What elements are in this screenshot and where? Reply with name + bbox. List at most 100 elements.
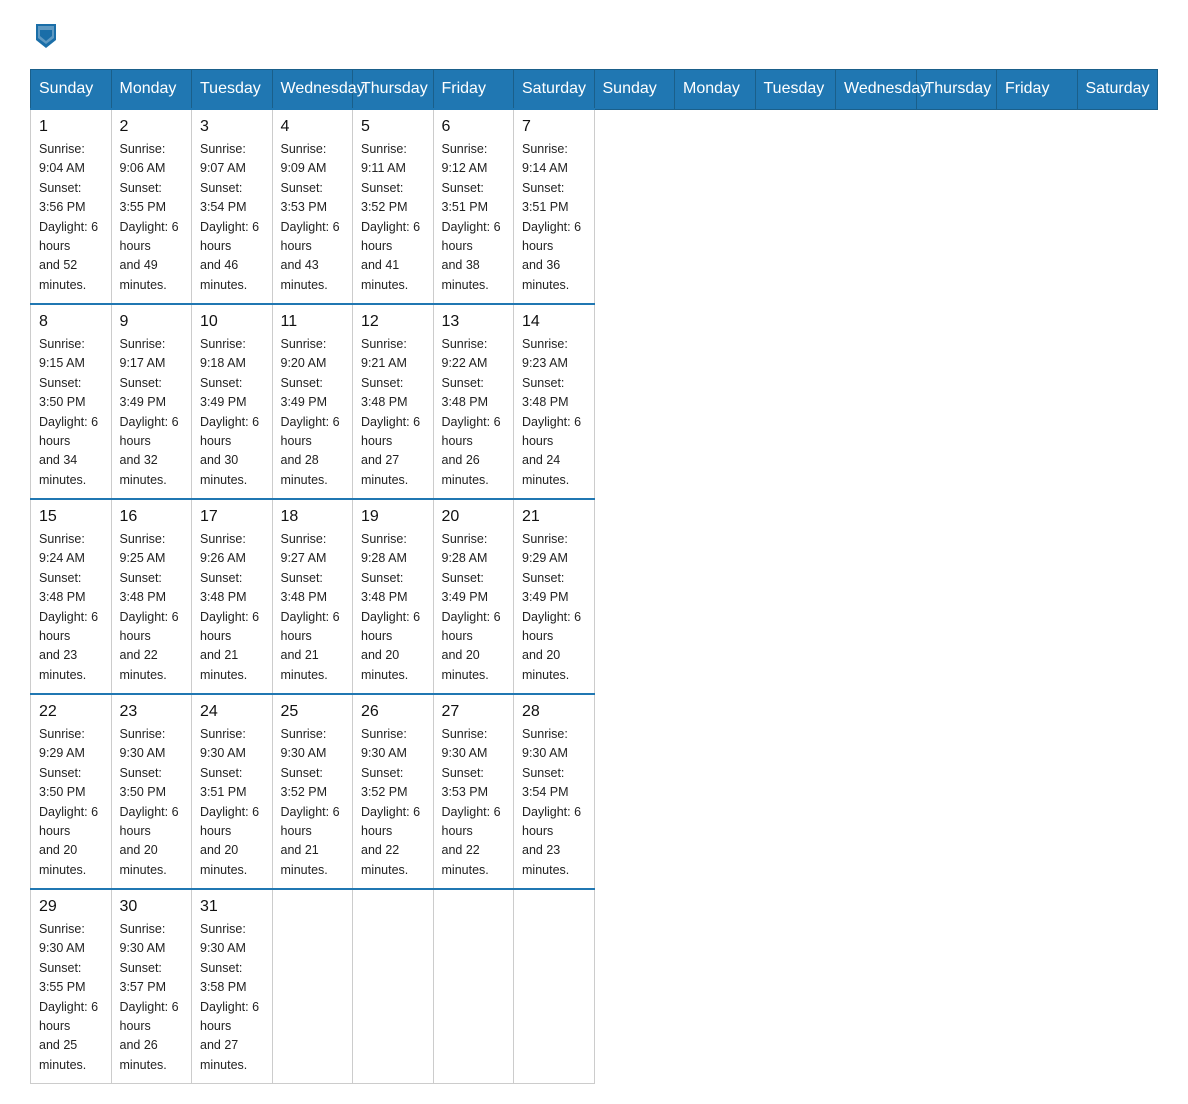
day-header-saturday: Saturday (1077, 70, 1158, 110)
calendar-cell: 26 Sunrise: 9:30 AM Sunset: 3:52 PM Dayl… (353, 694, 434, 889)
day-number: 19 (361, 508, 425, 526)
day-info: Sunrise: 9:12 AM Sunset: 3:51 PM Dayligh… (442, 140, 506, 295)
day-number: 4 (281, 118, 345, 136)
logo-line1 (30, 20, 60, 53)
calendar-cell (433, 889, 514, 1084)
day-number: 3 (200, 118, 264, 136)
calendar-week-3: 15 Sunrise: 9:24 AM Sunset: 3:48 PM Dayl… (31, 499, 1158, 694)
calendar-table: SundayMondayTuesdayWednesdayThursdayFrid… (30, 69, 1158, 1084)
calendar-cell: 17 Sunrise: 9:26 AM Sunset: 3:48 PM Dayl… (192, 499, 273, 694)
day-header-monday: Monday (675, 70, 756, 110)
day-info: Sunrise: 9:30 AM Sunset: 3:52 PM Dayligh… (281, 725, 345, 880)
day-info: Sunrise: 9:06 AM Sunset: 3:55 PM Dayligh… (120, 140, 184, 295)
calendar-cell: 11 Sunrise: 9:20 AM Sunset: 3:49 PM Dayl… (272, 304, 353, 499)
calendar-cell: 18 Sunrise: 9:27 AM Sunset: 3:48 PM Dayl… (272, 499, 353, 694)
day-info: Sunrise: 9:30 AM Sunset: 3:52 PM Dayligh… (361, 725, 425, 880)
day-number: 11 (281, 313, 345, 331)
day-info: Sunrise: 9:24 AM Sunset: 3:48 PM Dayligh… (39, 530, 103, 685)
day-number: 22 (39, 703, 103, 721)
day-number: 20 (442, 508, 506, 526)
day-info: Sunrise: 9:23 AM Sunset: 3:48 PM Dayligh… (522, 335, 586, 490)
calendar-cell: 30 Sunrise: 9:30 AM Sunset: 3:57 PM Dayl… (111, 889, 192, 1084)
calendar-cell: 28 Sunrise: 9:30 AM Sunset: 3:54 PM Dayl… (514, 694, 595, 889)
day-number: 17 (200, 508, 264, 526)
day-number: 6 (442, 118, 506, 136)
day-number: 7 (522, 118, 586, 136)
day-info: Sunrise: 9:30 AM Sunset: 3:51 PM Dayligh… (200, 725, 264, 880)
calendar-cell: 5 Sunrise: 9:11 AM Sunset: 3:52 PM Dayli… (353, 109, 434, 304)
day-number: 2 (120, 118, 184, 136)
day-header-sunday: Sunday (594, 70, 675, 110)
day-number: 8 (39, 313, 103, 331)
day-info: Sunrise: 9:20 AM Sunset: 3:49 PM Dayligh… (281, 335, 345, 490)
day-info: Sunrise: 9:04 AM Sunset: 3:56 PM Dayligh… (39, 140, 103, 295)
calendar-week-4: 22 Sunrise: 9:29 AM Sunset: 3:50 PM Dayl… (31, 694, 1158, 889)
day-info: Sunrise: 9:30 AM Sunset: 3:53 PM Dayligh… (442, 725, 506, 880)
calendar-cell: 9 Sunrise: 9:17 AM Sunset: 3:49 PM Dayli… (111, 304, 192, 499)
day-header-wednesday: Wednesday (836, 70, 917, 110)
logo (30, 20, 60, 49)
calendar-cell: 24 Sunrise: 9:30 AM Sunset: 3:51 PM Dayl… (192, 694, 273, 889)
day-number: 13 (442, 313, 506, 331)
day-number: 15 (39, 508, 103, 526)
calendar-cell: 15 Sunrise: 9:24 AM Sunset: 3:48 PM Dayl… (31, 499, 112, 694)
day-info: Sunrise: 9:29 AM Sunset: 3:49 PM Dayligh… (522, 530, 586, 685)
day-info: Sunrise: 9:14 AM Sunset: 3:51 PM Dayligh… (522, 140, 586, 295)
calendar-cell: 13 Sunrise: 9:22 AM Sunset: 3:48 PM Dayl… (433, 304, 514, 499)
day-header-saturday: Saturday (514, 70, 595, 110)
day-info: Sunrise: 9:27 AM Sunset: 3:48 PM Dayligh… (281, 530, 345, 685)
calendar-cell: 27 Sunrise: 9:30 AM Sunset: 3:53 PM Dayl… (433, 694, 514, 889)
day-info: Sunrise: 9:30 AM Sunset: 3:58 PM Dayligh… (200, 920, 264, 1075)
day-info: Sunrise: 9:21 AM Sunset: 3:48 PM Dayligh… (361, 335, 425, 490)
day-info: Sunrise: 9:09 AM Sunset: 3:53 PM Dayligh… (281, 140, 345, 295)
day-header-sunday: Sunday (31, 70, 112, 110)
day-number: 1 (39, 118, 103, 136)
calendar-cell: 19 Sunrise: 9:28 AM Sunset: 3:48 PM Dayl… (353, 499, 434, 694)
calendar-cell: 25 Sunrise: 9:30 AM Sunset: 3:52 PM Dayl… (272, 694, 353, 889)
day-number: 10 (200, 313, 264, 331)
day-info: Sunrise: 9:15 AM Sunset: 3:50 PM Dayligh… (39, 335, 103, 490)
day-number: 16 (120, 508, 184, 526)
logo-arrow-icon (32, 20, 60, 53)
calendar-header-row: SundayMondayTuesdayWednesdayThursdayFrid… (31, 70, 1158, 110)
day-info: Sunrise: 9:30 AM Sunset: 3:55 PM Dayligh… (39, 920, 103, 1075)
day-header-friday: Friday (433, 70, 514, 110)
day-header-thursday: Thursday (353, 70, 434, 110)
page-header (30, 20, 1158, 49)
calendar-cell: 22 Sunrise: 9:29 AM Sunset: 3:50 PM Dayl… (31, 694, 112, 889)
day-number: 28 (522, 703, 586, 721)
day-number: 25 (281, 703, 345, 721)
day-info: Sunrise: 9:28 AM Sunset: 3:48 PM Dayligh… (361, 530, 425, 685)
calendar-cell: 8 Sunrise: 9:15 AM Sunset: 3:50 PM Dayli… (31, 304, 112, 499)
day-header-thursday: Thursday (916, 70, 997, 110)
calendar-cell: 7 Sunrise: 9:14 AM Sunset: 3:51 PM Dayli… (514, 109, 595, 304)
day-info: Sunrise: 9:26 AM Sunset: 3:48 PM Dayligh… (200, 530, 264, 685)
calendar-cell: 16 Sunrise: 9:25 AM Sunset: 3:48 PM Dayl… (111, 499, 192, 694)
day-number: 27 (442, 703, 506, 721)
day-header-friday: Friday (997, 70, 1078, 110)
day-number: 18 (281, 508, 345, 526)
day-info: Sunrise: 9:28 AM Sunset: 3:49 PM Dayligh… (442, 530, 506, 685)
day-info: Sunrise: 9:17 AM Sunset: 3:49 PM Dayligh… (120, 335, 184, 490)
day-number: 24 (200, 703, 264, 721)
calendar-cell: 29 Sunrise: 9:30 AM Sunset: 3:55 PM Dayl… (31, 889, 112, 1084)
day-number: 12 (361, 313, 425, 331)
day-info: Sunrise: 9:07 AM Sunset: 3:54 PM Dayligh… (200, 140, 264, 295)
day-info: Sunrise: 9:22 AM Sunset: 3:48 PM Dayligh… (442, 335, 506, 490)
calendar-cell: 31 Sunrise: 9:30 AM Sunset: 3:58 PM Dayl… (192, 889, 273, 1084)
day-number: 14 (522, 313, 586, 331)
day-header-wednesday: Wednesday (272, 70, 353, 110)
day-number: 23 (120, 703, 184, 721)
calendar-week-5: 29 Sunrise: 9:30 AM Sunset: 3:55 PM Dayl… (31, 889, 1158, 1084)
day-info: Sunrise: 9:29 AM Sunset: 3:50 PM Dayligh… (39, 725, 103, 880)
day-info: Sunrise: 9:30 AM Sunset: 3:57 PM Dayligh… (120, 920, 184, 1075)
day-header-tuesday: Tuesday (192, 70, 273, 110)
calendar-cell: 21 Sunrise: 9:29 AM Sunset: 3:49 PM Dayl… (514, 499, 595, 694)
calendar-cell: 3 Sunrise: 9:07 AM Sunset: 3:54 PM Dayli… (192, 109, 273, 304)
day-number: 26 (361, 703, 425, 721)
calendar-cell (272, 889, 353, 1084)
day-info: Sunrise: 9:18 AM Sunset: 3:49 PM Dayligh… (200, 335, 264, 490)
day-info: Sunrise: 9:30 AM Sunset: 3:50 PM Dayligh… (120, 725, 184, 880)
day-header-monday: Monday (111, 70, 192, 110)
day-number: 21 (522, 508, 586, 526)
